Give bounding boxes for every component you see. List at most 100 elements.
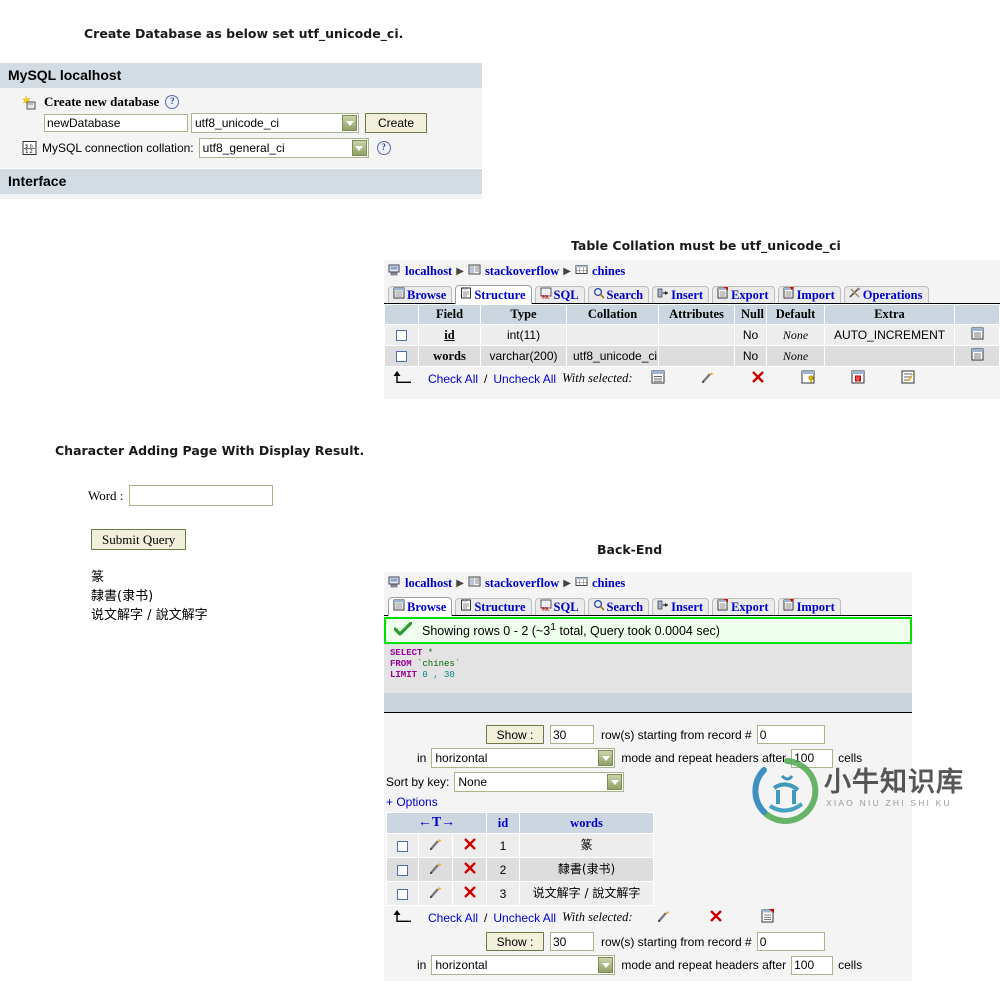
tab-export[interactable]: Export — [712, 598, 775, 615]
rows-count-input-top[interactable] — [550, 725, 594, 744]
cell-default: None — [766, 324, 825, 346]
tab-import[interactable]: Import — [777, 598, 841, 615]
breadcrumb-link-localhost[interactable]: localhost — [405, 264, 452, 279]
uncheck-all-link[interactable]: Uncheck All — [493, 911, 556, 925]
help-icon[interactable]: ? — [376, 141, 391, 155]
drop-icon[interactable] — [463, 861, 477, 878]
tab-search[interactable]: Search — [587, 598, 650, 615]
connection-collation-select[interactable]: utf8_general_ci — [198, 138, 369, 158]
tab-sql[interactable]: SQL SQL — [534, 286, 585, 303]
cell-actions[interactable] — [954, 345, 1000, 367]
display-mode-select-top[interactable]: horizontal — [431, 748, 616, 768]
browse-icon[interactable] — [651, 370, 665, 387]
pencil-icon[interactable] — [429, 837, 443, 854]
status-part1: Showing rows 0 - 2 (~3 — [422, 624, 551, 639]
help-icon[interactable]: ? — [165, 95, 180, 109]
breadcrumb: localhost ▶ stackoverflow ▶ chines — [384, 260, 1000, 283]
tab-insert[interactable]: Insert — [652, 598, 710, 615]
grid-delete-cell[interactable] — [452, 833, 487, 858]
check-all-link[interactable]: Check All — [428, 372, 478, 386]
row-checkbox[interactable] — [397, 888, 408, 900]
index-icon[interactable] — [901, 370, 915, 387]
grid-delete-cell[interactable] — [452, 881, 487, 906]
caption-character-page: Character Adding Page With Display Resul… — [55, 443, 365, 458]
database-name-input[interactable] — [44, 114, 188, 132]
tab-browse[interactable]: Browse — [388, 286, 453, 303]
th-type: Type — [480, 304, 567, 325]
create-button[interactable]: Create — [365, 113, 427, 133]
database-collation-select[interactable]: utf8_unicode_ci — [191, 113, 359, 133]
row-checkbox[interactable] — [397, 840, 408, 852]
rows-count-input-bottom[interactable] — [550, 932, 594, 951]
tab-browse[interactable]: Browse — [388, 597, 453, 616]
browse-icon[interactable] — [971, 327, 984, 343]
structure-icon — [460, 598, 472, 615]
server-icon — [388, 263, 401, 279]
repeat-headers-input-bottom[interactable] — [791, 955, 834, 975]
row-checkbox-cell[interactable] — [384, 324, 419, 346]
cell-actions[interactable] — [954, 324, 1000, 346]
export-icon[interactable] — [761, 909, 775, 926]
drop-icon[interactable] — [751, 370, 765, 387]
display-mode-select-bottom[interactable]: horizontal — [431, 955, 616, 975]
row-checkbox[interactable] — [396, 351, 407, 363]
grid-checkbox-cell[interactable] — [386, 881, 419, 906]
sort-by-key-label: Sort by key: — [386, 775, 450, 789]
grid-edit-cell[interactable] — [418, 833, 453, 858]
pencil-icon[interactable] — [429, 885, 443, 902]
grid-th-words[interactable]: words — [519, 812, 654, 834]
grid-edit-cell[interactable] — [418, 881, 453, 906]
submit-query-button[interactable]: Submit Query — [91, 529, 187, 550]
tab-export[interactable]: Export — [712, 286, 775, 303]
tab-import[interactable]: Import — [777, 286, 841, 303]
word-input[interactable] — [129, 485, 274, 506]
grid-checkbox-cell[interactable] — [386, 857, 419, 882]
drop-icon[interactable] — [463, 885, 477, 902]
breadcrumb-link-chines[interactable]: chines — [592, 576, 625, 591]
tab-search[interactable]: Search — [587, 286, 650, 303]
grid-checkbox-cell[interactable] — [386, 833, 419, 858]
database-icon — [468, 263, 481, 279]
breadcrumb-link-localhost[interactable]: localhost — [405, 576, 452, 591]
browse-icon[interactable] — [971, 348, 984, 364]
grid-th-id[interactable]: id — [486, 812, 520, 834]
tab-insert[interactable]: Insert — [652, 286, 710, 303]
tab-structure[interactable]: Structure — [455, 598, 532, 615]
row-checkbox[interactable] — [397, 864, 408, 876]
sort-by-key-select[interactable]: None — [454, 772, 625, 792]
show-button-bottom[interactable]: Show : — [486, 932, 544, 951]
uncheck-all-link[interactable]: Uncheck All — [493, 372, 556, 386]
pencil-icon[interactable] — [701, 370, 715, 387]
unique-icon[interactable]: U — [851, 370, 865, 387]
breadcrumb-link-chines[interactable]: chines — [592, 264, 625, 279]
interface-panel-header: Interface — [0, 168, 482, 194]
record-start-input-bottom[interactable] — [756, 932, 825, 951]
tab-label: Search — [606, 599, 644, 614]
tab-bar: Browse Structure SQL SQL Search Insert E… — [384, 595, 912, 616]
pencil-icon[interactable] — [429, 861, 443, 878]
primary-key-icon[interactable] — [801, 370, 815, 387]
grid-row: 1 篆 — [386, 833, 654, 858]
table-icon — [575, 263, 588, 279]
options-toggle-link[interactable]: + Options — [386, 795, 438, 809]
pencil-icon[interactable] — [657, 909, 671, 926]
drop-icon[interactable] — [463, 837, 477, 854]
show-button-top[interactable]: Show : — [486, 725, 544, 744]
breadcrumb-separator-icon: ▶ — [563, 265, 571, 277]
tab-operations[interactable]: Operations — [843, 286, 929, 303]
tab-sql[interactable]: SQL SQL — [534, 598, 585, 615]
browse-icon — [393, 287, 405, 303]
tab-structure[interactable]: Structure — [455, 285, 532, 304]
grid-delete-cell[interactable] — [452, 857, 487, 882]
grid-edit-cell[interactable] — [418, 857, 453, 882]
breadcrumb-link-stackoverflow[interactable]: stackoverflow — [485, 264, 559, 279]
row-checkbox[interactable] — [396, 330, 407, 342]
record-start-input-top[interactable] — [756, 725, 825, 744]
cell-type: varchar(200) — [480, 345, 567, 367]
drop-icon[interactable] — [709, 909, 723, 926]
row-checkbox-cell[interactable] — [384, 345, 419, 367]
grid-sort-header[interactable]: ←T→ — [386, 812, 487, 834]
arrow-up-icon — [392, 370, 414, 387]
check-all-link[interactable]: Check All — [428, 911, 478, 925]
breadcrumb-link-stackoverflow[interactable]: stackoverflow — [485, 576, 559, 591]
